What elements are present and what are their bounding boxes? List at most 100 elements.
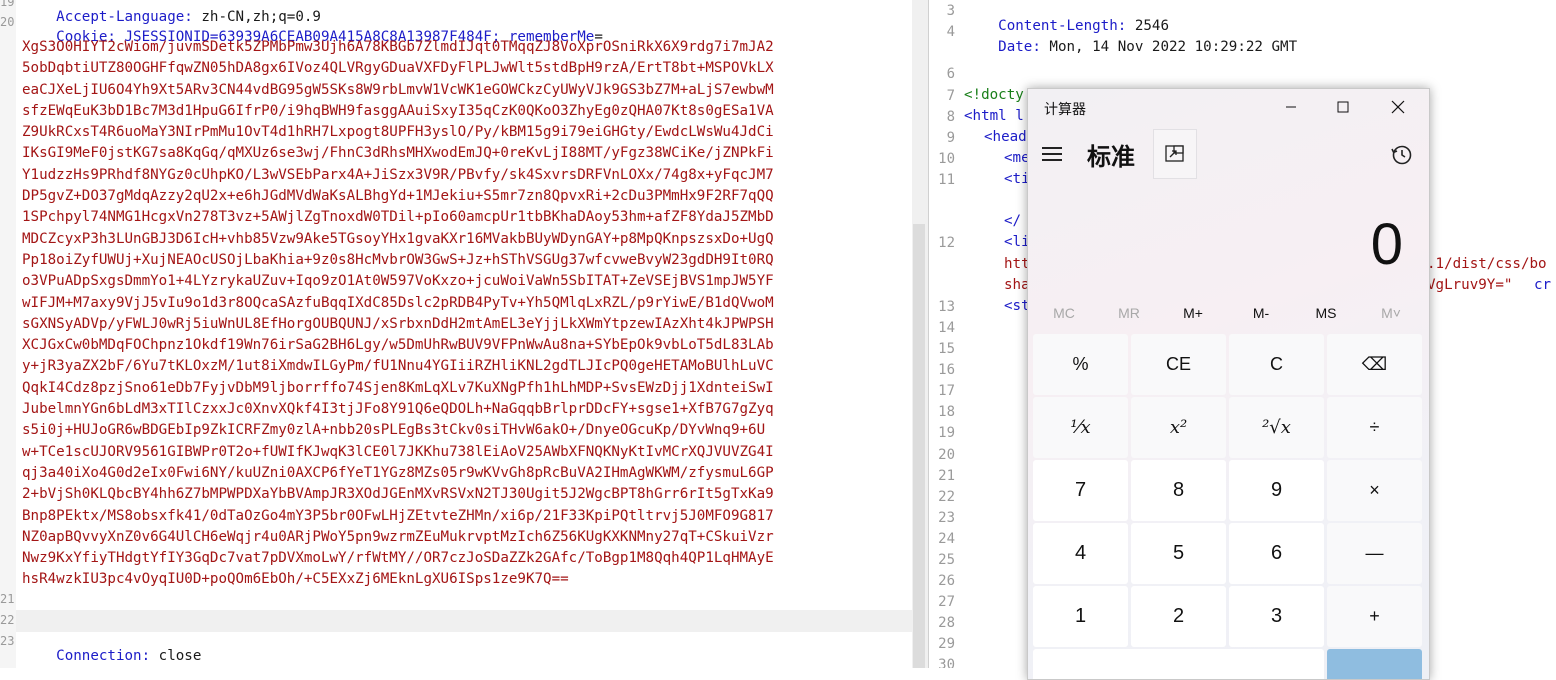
digit-7-button[interactable]: 7 [1033,460,1128,521]
line-number: 18 [938,404,955,420]
line-number: 19 [938,425,955,441]
cookie-value-line: XgS3O0HIYT2cWiom/juvmSDetk5ZPMbPmw3Ujh6A… [22,39,774,55]
maximize-button[interactable] [1317,89,1369,125]
request-scrollbar-thumb[interactable] [913,224,925,668]
line-number: 29 [938,636,955,652]
square-button[interactable]: x² [1131,397,1226,458]
multiply-button[interactable]: × [1327,460,1422,521]
cookie-value-line: w+TCe1scUJORV9561GIBWPr0T2o+fUWIfKJwqK3l… [22,443,774,460]
backspace-button[interactable]: ⌫ [1327,334,1422,395]
history-icon [1391,145,1412,165]
key-label: 5 [1172,542,1185,564]
keep-on-top-icon [1165,145,1184,162]
line-number: 4 [946,24,955,40]
line-number: 11 [938,172,955,188]
response-header-line[interactable]: Date: Mon, 14 Nov 2022 10:29:22 GMT [964,23,1297,71]
clear-button[interactable]: C [1229,334,1324,395]
key-label: C [1270,354,1283,374]
current-line-highlight [16,610,912,632]
line-number: 16 [938,362,955,378]
cookie-value-line: Z9UkRCxsT4R6uoMaY3NIrPmMu1OvT4d1hRH7Lxpo… [22,124,774,141]
key-label: x² [1169,417,1188,438]
clear-entry-button[interactable]: CE [1131,334,1226,395]
memory-button-mc[interactable]: MC [1039,305,1089,321]
cookie-value-line: eaCJXeLjIU6O4Yh9Xt5ARv3CN44vdBG95gW5SKs8… [22,81,774,98]
close-button[interactable] [1372,89,1424,125]
navigation-menu-button[interactable] [1042,143,1064,165]
cookie-value-line: Y1udzzHs9PRhdf8NYGz0cUhpKO/L3wVSEbParx4A… [22,166,774,183]
header-value: Mon, 14 Nov 2022 10:29:22 GMT [1040,39,1298,55]
cookie-value-line: JubelmnYGn6bLdM3xTIlCzxxJc0XnvXQkf4I3tjJ… [22,401,774,418]
result-display: 0 [1370,212,1403,277]
memory-button-m[interactable]: M˅ [1366,305,1416,321]
minimize-button[interactable] [1265,89,1317,125]
cookie-value-line: DP5gvZ+DO37gMdqAzzy2qU2x+e6hJGdMVdWaKsAL… [22,188,774,205]
bottom-row-keys[interactable] [1033,649,1324,679]
digit-4-button[interactable]: 4 [1033,523,1128,584]
line-number: 20 [938,447,955,463]
memory-button-mplus[interactable]: M+ [1168,305,1218,321]
integrity-tail: VgLruv9Y=" [1427,277,1513,293]
cookie-value-line: 1SPchpyl74NMG1HcgxVn278T3vz+5AWjlZgTnoxd… [22,209,774,226]
cookie-value-line: 2+bVjSh0KLQbcBY4hh6Z7bMPWPDXaYbBVAmpJR3X… [22,486,774,503]
key-label: 6 [1270,542,1283,564]
minimize-icon [1286,106,1296,108]
cookie-value-line: IKsGI9MeF0jstKG7sa8KqGq/qMXUz6se3wj/FhnC… [22,145,774,162]
line-number: 27 [938,594,955,610]
css-url-tail: .1/dist/css/bo [1427,256,1547,272]
line-number: 8 [946,109,955,125]
cookie-value-line: MDCZcyxP3h3LUnGBJ3D6IcH+vhb85Vzw9Ake5TGs… [22,230,774,247]
line-number: 28 [938,615,955,631]
square-root-button[interactable]: ²√x [1229,397,1324,458]
add-button[interactable]: + [1327,586,1422,647]
line-number: 15 [938,341,955,357]
history-button[interactable] [1390,143,1414,167]
equals-button[interactable] [1327,649,1422,679]
meta-tag-fragment: <me [1004,150,1030,166]
line-number: 14 [938,320,955,336]
cookie-value-line: QqkI4Cdz8pzjSno61eDb7FyjvDbM9ljborrffo74… [22,379,774,396]
digit-9-button[interactable]: 9 [1229,460,1324,521]
cookie-value-block[interactable]: XgS3O0HIYT2cWiom/juvmSDetk5ZPMbPmw3Ujh6A… [22,37,907,591]
sha-fragment: sha [1004,277,1030,293]
cookie-value-line: hsR4wzkIU3pc4vOyqIU0D+poQOm6EbOh/+C5EXxZ… [22,571,569,588]
hamburger-icon [1042,147,1062,149]
line-number: 23 [0,634,14,648]
memory-button-ms[interactable]: MS [1301,305,1351,321]
keep-on-top-button[interactable] [1153,129,1197,179]
header-key: Date: [998,39,1041,55]
digit-2-button[interactable]: 2 [1131,586,1226,647]
close-icon [1391,100,1405,114]
key-label: ⌫ [1361,354,1388,374]
digit-5-button[interactable]: 5 [1131,523,1226,584]
line-number-gutter [0,0,16,668]
memory-button-mminus[interactable]: M- [1236,305,1286,321]
line-number: 23 [938,510,955,526]
cookie-value-line: wIFJM+M7axy9VjJ5vIu9o1d3r8OQcaSAzfuBqqIX… [22,294,774,311]
cookie-value-line: Pp18oiZyfUWUj+XujNEAOcUSOjLbaKhia+9z0s8H… [22,251,774,268]
digit-6-button[interactable]: 6 [1229,523,1324,584]
memory-button-mr[interactable]: MR [1104,305,1154,321]
style-tag-fragment: <st [1004,298,1030,314]
request-editor-pane[interactable]: 19 Accept-Language: zh-CN,zh;q=0.9 20 Co… [0,0,912,668]
calculator-window[interactable]: 计算器 标准 0 MC MR M+ M- MS M˅ % CE C ⌫ ¹⁄x x² ²√x ÷ 7 8 9 ×… [1027,88,1430,680]
title-close-fragment: </ [1004,213,1022,229]
digit-3-button[interactable]: 3 [1229,586,1324,647]
cookie-value-line: 5obDqbtiUTZ80OGHFfqwZN05hDA8gx6IVoz4QLVR… [22,60,774,77]
line-number: 24 [938,531,955,547]
html-tag-fragment: <html l [964,108,1024,124]
key-label: — [1365,543,1384,563]
header-line[interactable]: Connection: close [22,632,201,668]
digit-1-button[interactable]: 1 [1033,586,1128,647]
line-number: 3 [946,3,955,19]
digit-8-button[interactable]: 8 [1131,460,1226,521]
divide-button[interactable]: ÷ [1327,397,1422,458]
cookie-value-line: Bnp8PEktx/MS8obsxfk41/0dTaOzGo4mY3P5br0O… [22,507,774,524]
reciprocal-button[interactable]: ¹⁄x [1033,397,1128,458]
header-key: Connection: [56,648,151,664]
subtract-button[interactable]: — [1327,523,1422,584]
line-number: 19 [0,0,14,9]
calculator-mode-title: 标准 [1087,144,1135,171]
percent-button[interactable]: % [1033,334,1128,395]
line-number: 12 [938,235,955,251]
